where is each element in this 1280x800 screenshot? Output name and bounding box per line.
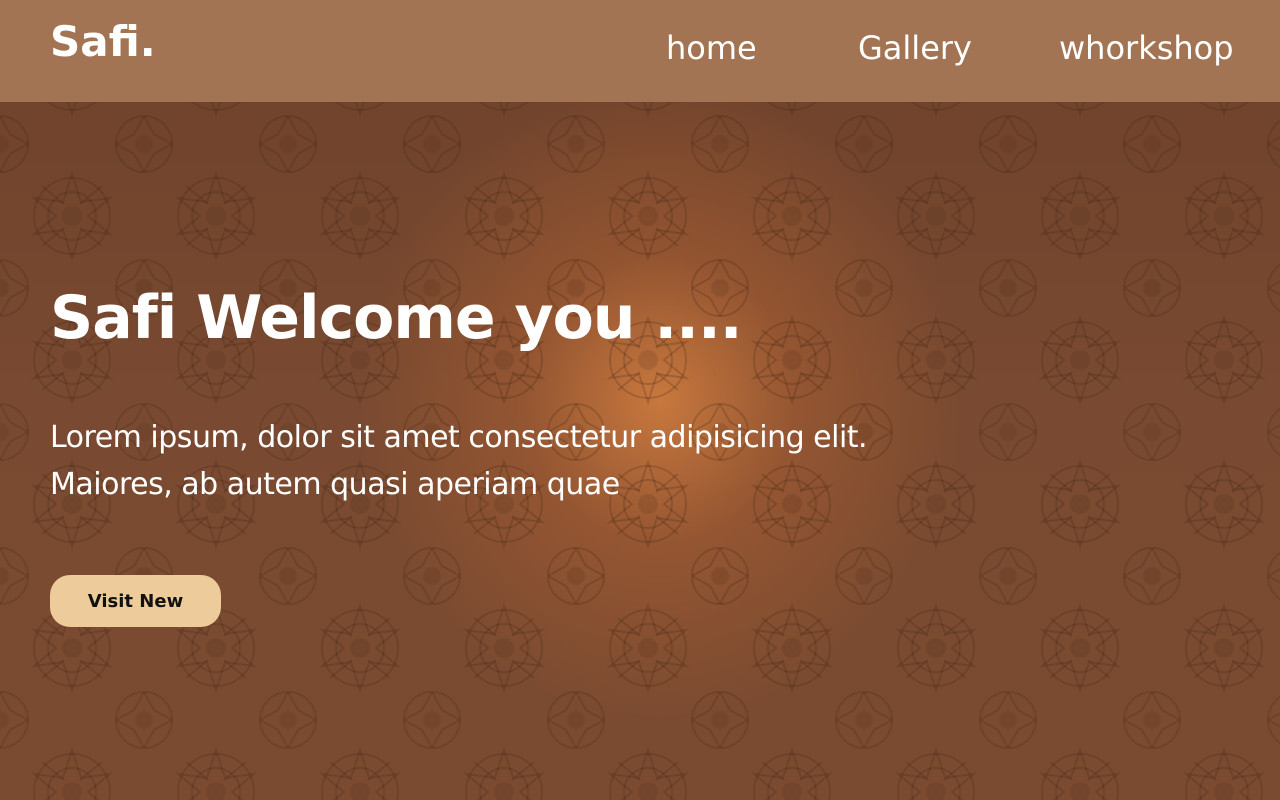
hero-description: Lorem ipsum, dolor sit amet consectetur … <box>50 414 950 508</box>
hero-content: Safi Welcome you .... Lorem ipsum, dolor… <box>50 270 950 508</box>
hero-description-line-2: Maiores, ab autem quasi aperiam quae <box>50 467 620 502</box>
nav-link-workshop[interactable]: whorkshop <box>1059 26 1234 70</box>
nav-link-home[interactable]: home <box>666 26 757 70</box>
hero-description-line-1: Lorem ipsum, dolor sit amet consectetur … <box>50 420 868 455</box>
navbar: Safi. home Gallery whorkshop <box>0 0 1280 102</box>
hero-title: Safi Welcome you .... <box>50 283 743 353</box>
visit-new-button[interactable]: Visit New <box>50 575 221 627</box>
logo[interactable]: Safi. <box>50 14 156 70</box>
page: Safi. home Gallery whorkshop Safi Welcom… <box>0 0 1280 800</box>
nav-link-gallery[interactable]: Gallery <box>858 26 972 70</box>
